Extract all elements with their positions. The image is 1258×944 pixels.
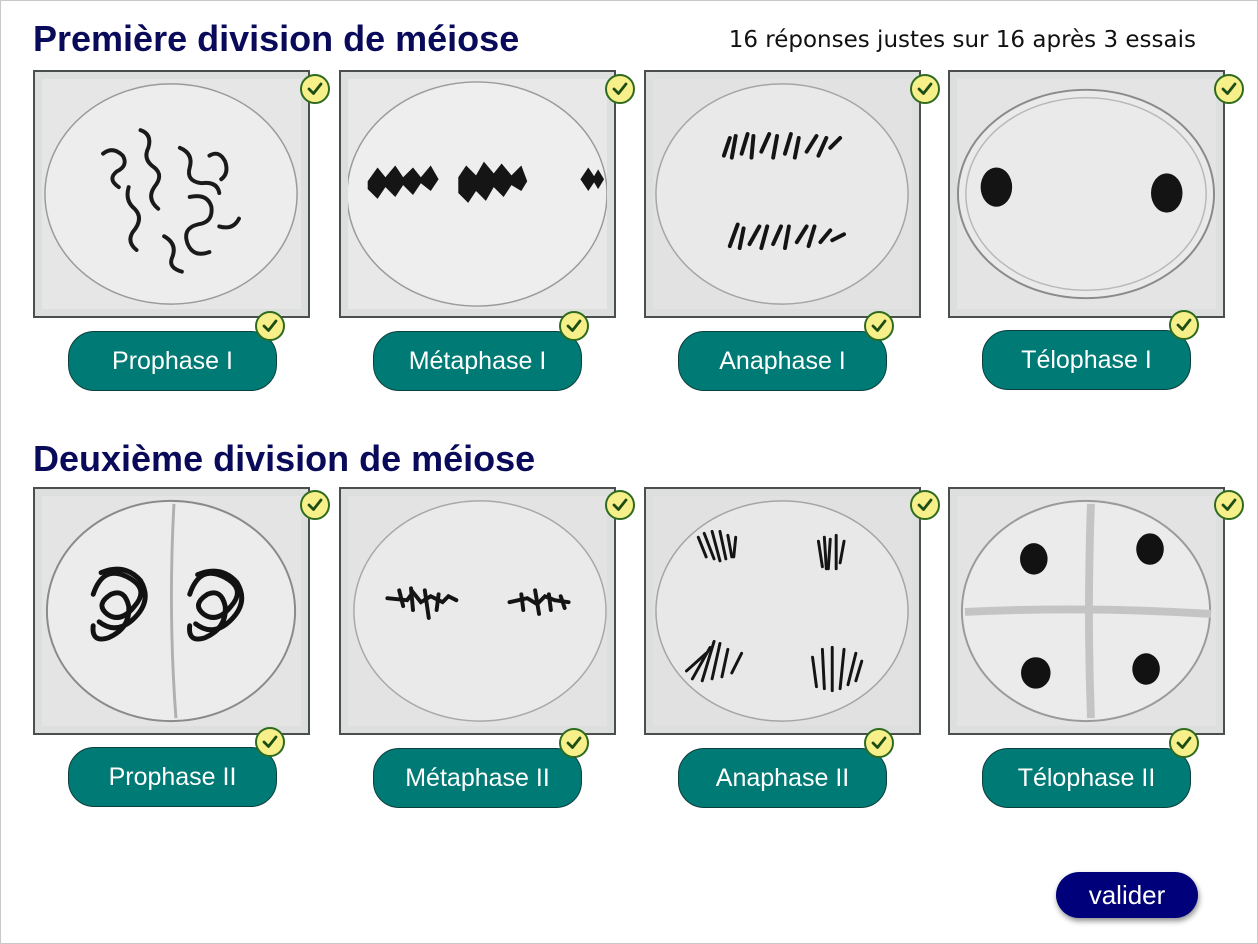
telophase-i-micrograph xyxy=(957,79,1216,309)
label-telophase-ii[interactable]: Télophase II xyxy=(982,748,1191,808)
image-correct-check-icon xyxy=(605,74,635,104)
label-prophase-ii[interactable]: Prophase II xyxy=(68,747,277,807)
prophase-ii-micrograph xyxy=(42,496,301,726)
image-correct-check-icon xyxy=(605,490,635,520)
label-correct-check-icon xyxy=(1169,310,1199,340)
prophase-i-micrograph xyxy=(42,79,301,309)
section-title-second-division: Deuxième division de méiose xyxy=(33,438,536,479)
label-prophase-i[interactable]: Prophase I xyxy=(68,331,277,391)
image-correct-check-icon xyxy=(300,490,330,520)
label-metaphase-ii[interactable]: Métaphase II xyxy=(373,748,582,808)
anaphase-i-micrograph xyxy=(653,79,912,309)
image-correct-check-icon xyxy=(910,74,940,104)
image-correct-check-icon xyxy=(1214,490,1244,520)
label-correct-check-icon xyxy=(255,311,285,341)
image-card-anaphase-i[interactable] xyxy=(644,70,921,318)
label-correct-check-icon xyxy=(864,728,894,758)
label-correct-check-icon xyxy=(559,311,589,341)
section-title-first-division: Première division de méiose xyxy=(33,18,520,59)
label-correct-check-icon xyxy=(255,727,285,757)
label-anaphase-i[interactable]: Anaphase I xyxy=(678,331,887,391)
label-correct-check-icon xyxy=(559,728,589,758)
metaphase-i-micrograph xyxy=(348,79,607,309)
score-status: 16 réponses justes sur 16 après 3 essais xyxy=(728,27,1196,53)
label-anaphase-ii[interactable]: Anaphase II xyxy=(678,748,887,808)
image-card-telophase-i[interactable] xyxy=(948,70,1225,318)
validate-button[interactable]: valider xyxy=(1056,872,1198,918)
image-card-telophase-ii[interactable] xyxy=(948,487,1225,735)
image-card-metaphase-ii[interactable] xyxy=(339,487,616,735)
label-metaphase-i[interactable]: Métaphase I xyxy=(373,331,582,391)
image-card-anaphase-ii[interactable] xyxy=(644,487,921,735)
label-correct-check-icon xyxy=(864,311,894,341)
image-card-prophase-i[interactable] xyxy=(33,70,310,318)
image-correct-check-icon xyxy=(910,490,940,520)
image-card-metaphase-i[interactable] xyxy=(339,70,616,318)
image-correct-check-icon xyxy=(300,74,330,104)
metaphase-ii-micrograph xyxy=(348,496,607,726)
label-telophase-i[interactable]: Télophase I xyxy=(982,330,1191,390)
telophase-ii-micrograph xyxy=(957,496,1216,726)
image-correct-check-icon xyxy=(1214,74,1244,104)
label-correct-check-icon xyxy=(1169,728,1199,758)
image-card-prophase-ii[interactable] xyxy=(33,487,310,735)
anaphase-ii-micrograph xyxy=(653,496,912,726)
